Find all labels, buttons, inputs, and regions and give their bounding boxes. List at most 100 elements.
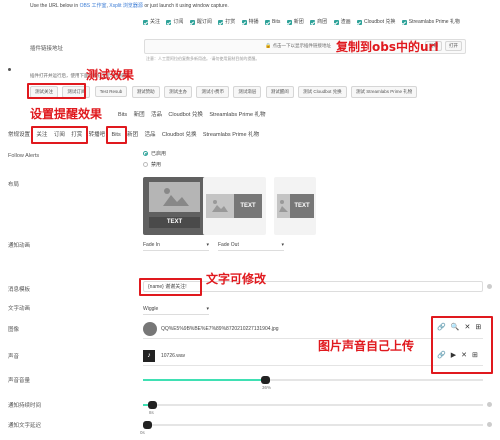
highlight-tabs — [31, 126, 88, 144]
chevron-down-icon: ▾ — [206, 305, 209, 312]
tab-raid[interactable]: 新团 — [127, 130, 138, 138]
test-read-button[interactable]: 测试醒阅 — [265, 86, 294, 98]
partial-tab-bits[interactable]: Bits — [118, 112, 127, 118]
music-note-icon: ♪ — [143, 350, 155, 362]
image-placeholder-icon — [149, 182, 200, 212]
text-delay-label: 通知文字延迟 — [8, 423, 42, 429]
test-resub-button[interactable]: Test Resub — [94, 86, 128, 97]
image-thumbnail — [143, 322, 157, 336]
text-delay-value: 0s — [140, 430, 145, 435]
filter-cloudbot[interactable]: Cloudbot 兑换 — [356, 18, 395, 27]
follow-alerts-radios: 已启用 禁用 — [143, 150, 166, 172]
message-template-label: 消息模板 — [8, 287, 31, 293]
text-delay-handle[interactable] — [143, 421, 152, 429]
sound-filename: 10726.wav — [161, 353, 186, 359]
filter-follow[interactable]: 关注 — [143, 18, 160, 27]
show-url-hint[interactable]: 🔒 点击一下以显示插件链接地址 — [265, 43, 331, 49]
chevron-down-icon: ▾ — [281, 241, 284, 248]
image-filename: QQ%E5%9B%BE%E7%89%8720210227131904.jpg — [161, 326, 279, 332]
follow-alerts-label: Follow Alerts — [8, 153, 40, 159]
highlight-test-buttons — [27, 83, 86, 99]
filter-merch[interactable]: 商团 — [310, 18, 327, 27]
layout-text-label: TEXT — [149, 217, 200, 228]
intro-sep: , — [106, 3, 108, 9]
test-gradient-button[interactable]: 测试渐层 — [233, 86, 262, 98]
sound-label: 声音 — [8, 354, 20, 360]
image-placeholder-icon — [277, 194, 290, 218]
help-icon[interactable] — [487, 422, 492, 427]
intro-post: or just launch it using window capture. — [144, 3, 229, 9]
test-cloudbot-button[interactable]: 测试 Cloudbot 兑换 — [298, 86, 347, 98]
help-icon[interactable] — [487, 402, 492, 407]
filter-raid[interactable]: 新团 — [286, 18, 304, 27]
layout-option-image-right[interactable]: TEXT — [274, 177, 316, 235]
radio-disabled[interactable]: 禁用 — [143, 161, 166, 168]
annotation-copy-url: 复制到obs中的url — [336, 40, 439, 54]
filter-bits[interactable]: Bits — [265, 18, 280, 27]
chevron-down-icon: ▾ — [206, 241, 209, 248]
annotation-test-effect: 测试效果 — [86, 68, 135, 82]
filter-prime-gift[interactable]: Streamlabs Prime 礼物 — [401, 18, 460, 27]
duration-label: 通知持续时间 — [8, 403, 42, 409]
annotation-upload-media: 图片声音自己上传 — [318, 339, 415, 353]
partial-tab-merch[interactable]: 活品 — [151, 110, 162, 118]
lock-icon: 🔒 — [265, 43, 272, 49]
test-donation-button[interactable]: 测试赞助 — [131, 86, 160, 98]
text-delay-slider[interactable] — [143, 421, 483, 429]
tab-general[interactable]: 常规设置 — [8, 130, 30, 138]
highlight-bits-tab — [106, 126, 127, 144]
duration-slider[interactable] — [143, 401, 483, 409]
intro-text: Use the URL below in OBS 工作室, Xsplit 浏览器… — [30, 2, 229, 9]
intro-pre: Use the URL below in — [30, 3, 79, 9]
annotation-set-alert-effect: 设置提醒效果 — [30, 107, 103, 121]
test-host-button[interactable]: 测试主办 — [164, 86, 193, 98]
image-label: 图像 — [8, 327, 20, 333]
partial-tab-row: Bits 新团 活品 Cloudbot 兑换 Streamlabs Prime … — [118, 110, 271, 118]
highlight-media-actions — [431, 316, 493, 374]
filter-subscribe[interactable]: 订阅 — [166, 18, 183, 27]
text-animation-select[interactable]: Wiggle ▾ — [143, 303, 209, 315]
annotation-text-editable: 文字可修改 — [206, 272, 267, 286]
volume-fill — [143, 379, 265, 381]
layout-text-label: TEXT — [290, 194, 314, 218]
filter-misc[interactable]: 渣画 — [333, 18, 351, 27]
image-placeholder-icon — [206, 194, 234, 218]
highlight-message-template — [139, 278, 202, 296]
tab-cloudbot[interactable]: Cloudbot 兑换 — [162, 130, 197, 138]
test-tip-button[interactable]: 测试小费币 — [196, 86, 229, 98]
text-animation-label: 文字动画 — [8, 306, 31, 312]
tab-merch[interactable]: 活品 — [145, 130, 156, 138]
tab-prime-gift[interactable]: Streamlabs Prime 礼物 — [203, 130, 259, 138]
partial-tab-prime-gift[interactable]: Streamlabs Prime 礼物 — [209, 110, 265, 118]
duration-handle[interactable] — [148, 401, 157, 409]
radio-enabled[interactable]: 已启用 — [143, 150, 166, 157]
layout-text-label: TEXT — [234, 194, 262, 218]
widget-url-note: 注意：人工是阿拉伯复数多新用途。·请勿使用复制目前的提醒。 — [146, 56, 260, 61]
obs-link[interactable]: OBS 工作室 — [80, 3, 107, 9]
open-button[interactable]: 打开 — [445, 41, 462, 51]
animation-in-select[interactable]: Fade In ▾ — [143, 239, 209, 251]
partial-tab-raid[interactable]: 新团 — [134, 110, 145, 118]
filter-host[interactable]: 特播 — [241, 18, 259, 27]
volume-value: 36% — [262, 385, 272, 390]
layout-option-image-left[interactable]: TEXT — [203, 177, 266, 235]
test-buttons: 测试关注 测试订阅 Test Resub 测试赞助 测试主办 测试小费币 测试渐… — [30, 86, 500, 98]
help-icon[interactable] — [487, 284, 492, 289]
animation-label: 通知动画 — [8, 243, 31, 249]
filter-checkboxes: 关注 订阅 醒订阅 打赏 特播 Bits 新团 商团 渣画 Cloudbot 兑… — [143, 18, 473, 29]
tab-host[interactable]: 转播吧 — [89, 130, 106, 138]
partial-tab-cloudbot[interactable]: Cloudbot 兑换 — [168, 110, 203, 118]
layout-label: 布局 — [8, 182, 20, 188]
duration-value: 8s — [149, 410, 154, 415]
widget-url-label: 插件链接地址 — [30, 46, 64, 52]
volume-label: 声音音量 — [8, 378, 31, 384]
volume-handle[interactable] — [261, 376, 270, 384]
layout-option-image-above[interactable]: TEXT — [143, 177, 206, 235]
volume-slider[interactable] — [143, 376, 483, 384]
bullet-dot — [8, 68, 11, 71]
filter-donation[interactable]: 打赏 — [218, 18, 235, 27]
animation-out-select[interactable]: Fade Out ▾ — [218, 239, 284, 251]
xsplit-link[interactable]: Xsplit 浏览器源 — [109, 3, 143, 9]
test-prime-gift-button[interactable]: 测试 Streamlabs Prime 礼物 — [351, 86, 418, 98]
filter-resub[interactable]: 醒订阅 — [189, 18, 212, 27]
